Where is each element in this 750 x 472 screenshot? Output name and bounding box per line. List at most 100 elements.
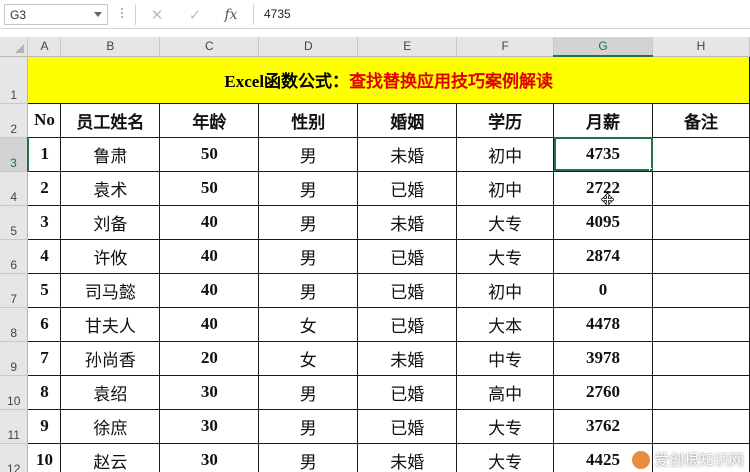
fill-handle[interactable] — [649, 167, 652, 170]
cell-name[interactable]: 刘备 — [60, 204, 161, 240]
cell-marriage[interactable]: 未婚 — [357, 442, 458, 472]
cell-edu[interactable]: 初中 — [456, 170, 555, 206]
cell-name[interactable]: 袁绍 — [60, 374, 161, 410]
cell-marriage[interactable]: 已婚 — [357, 170, 458, 206]
row-header[interactable]: 9 — [0, 341, 29, 376]
row-header[interactable]: 4 — [0, 171, 29, 206]
row-header[interactable]: 3 — [0, 137, 29, 172]
cell-marriage[interactable]: 已婚 — [357, 238, 458, 274]
cell-name[interactable]: 赵云 — [60, 442, 161, 472]
cell-age[interactable]: 40 — [159, 272, 260, 308]
cell-age[interactable]: 30 — [159, 374, 260, 410]
cell-salary[interactable]: 0 — [553, 272, 654, 308]
cell-age[interactable]: 40 — [159, 204, 260, 240]
cell-name[interactable]: 鲁肃 — [60, 136, 161, 172]
cell-name[interactable]: 司马懿 — [60, 272, 161, 308]
cell-no[interactable]: 7 — [27, 340, 62, 376]
cell-marriage[interactable]: 已婚 — [357, 374, 458, 410]
name-box[interactable]: G3 — [4, 4, 108, 25]
column-header-c[interactable]: C — [159, 37, 260, 57]
cell-edu[interactable]: 高中 — [456, 374, 555, 410]
insert-function-icon[interactable]: fx — [219, 4, 243, 25]
cell-age[interactable]: 40 — [159, 306, 260, 342]
cell-gender[interactable]: 女 — [258, 306, 359, 342]
cell-marriage[interactable]: 未婚 — [357, 136, 458, 172]
cell-salary[interactable]: 3762 — [553, 408, 654, 444]
cell-note[interactable] — [652, 204, 750, 240]
column-header-d[interactable]: D — [258, 37, 359, 57]
cell-no[interactable]: 4 — [27, 238, 62, 274]
cell-note[interactable] — [652, 272, 750, 308]
row-header[interactable]: 7 — [0, 273, 29, 308]
header-cell[interactable]: 年龄 — [159, 102, 260, 138]
cell-gender[interactable]: 男 — [258, 408, 359, 444]
cell-gender[interactable]: 男 — [258, 170, 359, 206]
cell-note[interactable] — [652, 238, 750, 274]
header-cell[interactable]: 员工姓名 — [60, 102, 161, 138]
cell-age[interactable]: 30 — [159, 442, 260, 472]
cell-name[interactable]: 孙尚香 — [60, 340, 161, 376]
cell-note[interactable] — [652, 374, 750, 410]
cell-gender[interactable]: 男 — [258, 272, 359, 308]
row-header[interactable]: 8 — [0, 307, 29, 342]
cell-marriage[interactable]: 未婚 — [357, 340, 458, 376]
cell-marriage[interactable]: 未婚 — [357, 204, 458, 240]
header-cell[interactable]: No — [27, 102, 62, 138]
cell-gender[interactable]: 女 — [258, 340, 359, 376]
cell-no[interactable]: 2 — [27, 170, 62, 206]
cell-gender[interactable]: 男 — [258, 136, 359, 172]
cell-age[interactable]: 50 — [159, 136, 260, 172]
cell-note[interactable] — [652, 408, 750, 444]
cell-no[interactable]: 5 — [27, 272, 62, 308]
sheet-title[interactable]: Excel函数公式：查找替换应用技巧案例解读 — [27, 55, 750, 104]
column-header-b[interactable]: B — [60, 37, 161, 57]
cell-age[interactable]: 50 — [159, 170, 260, 206]
cell-no[interactable]: 10 — [27, 442, 62, 472]
cell-name[interactable]: 徐庶 — [60, 408, 161, 444]
chevron-down-icon[interactable] — [94, 12, 102, 17]
cell-no[interactable]: 9 — [27, 408, 62, 444]
cell-edu[interactable]: 大专 — [456, 442, 555, 472]
cell-edu[interactable]: 初中 — [456, 136, 555, 172]
cancel-icon[interactable]: ✕ — [145, 4, 169, 25]
cell-edu[interactable]: 大专 — [456, 204, 555, 240]
cell-note[interactable] — [652, 136, 750, 172]
cell-no[interactable]: 3 — [27, 204, 62, 240]
row-header[interactable]: 10 — [0, 375, 29, 410]
cell-marriage[interactable]: 已婚 — [357, 272, 458, 308]
row-header[interactable]: 1 — [0, 56, 29, 104]
column-header-e[interactable]: E — [357, 37, 458, 57]
active-cell[interactable]: 4735 — [553, 136, 654, 172]
cell-note[interactable] — [652, 340, 750, 376]
cell-salary[interactable]: 4478 — [553, 306, 654, 342]
cell-age[interactable]: 30 — [159, 408, 260, 444]
cell-gender[interactable]: 男 — [258, 374, 359, 410]
cell-edu[interactable]: 大专 — [456, 238, 555, 274]
cell-age[interactable]: 20 — [159, 340, 260, 376]
header-cell[interactable]: 婚姻 — [357, 102, 458, 138]
cell-marriage[interactable]: 已婚 — [357, 306, 458, 342]
header-cell[interactable]: 学历 — [456, 102, 555, 138]
row-header[interactable]: 12 — [0, 443, 29, 472]
column-header-a[interactable]: A — [27, 37, 62, 57]
cell-edu[interactable]: 初中 — [456, 272, 555, 308]
row-header[interactable]: 5 — [0, 205, 29, 240]
cell-note[interactable] — [652, 306, 750, 342]
formula-input[interactable]: 4735 — [253, 4, 746, 25]
enter-check-icon[interactable]: ✓ — [183, 4, 207, 25]
cell-salary[interactable]: 4095 — [553, 204, 654, 240]
cell-note[interactable] — [652, 170, 750, 206]
cell-edu[interactable]: 大本 — [456, 306, 555, 342]
drag-handle-icon[interactable] — [119, 6, 125, 22]
cell-gender[interactable]: 男 — [258, 204, 359, 240]
cell-gender[interactable]: 男 — [258, 442, 359, 472]
column-header-h[interactable]: H — [652, 37, 750, 57]
header-cell[interactable]: 备注 — [652, 102, 750, 138]
row-header[interactable]: 6 — [0, 239, 29, 274]
cell-age[interactable]: 40 — [159, 238, 260, 274]
row-header[interactable]: 11 — [0, 409, 29, 444]
cell-edu[interactable]: 中专 — [456, 340, 555, 376]
cell-edu[interactable]: 大专 — [456, 408, 555, 444]
cell-gender[interactable]: 男 — [258, 238, 359, 274]
cell-no[interactable]: 6 — [27, 306, 62, 342]
